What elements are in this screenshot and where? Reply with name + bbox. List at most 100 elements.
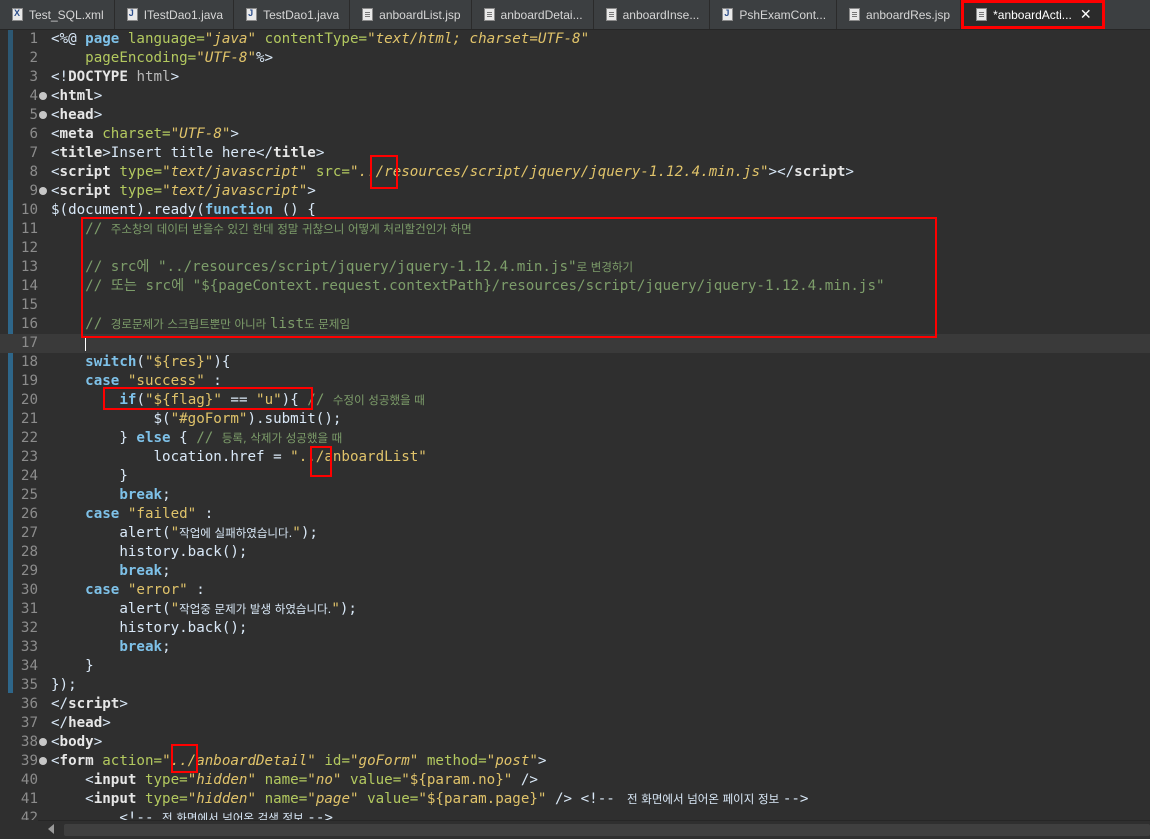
code-line[interactable]: 42 <!-- 전 화면에서 넘어온 검색 정보 --> bbox=[0, 809, 1150, 820]
token: script bbox=[794, 164, 846, 180]
code-line[interactable]: 6 <meta charset="UTF-8"> bbox=[0, 125, 1150, 144]
fold-toggle-icon[interactable] bbox=[39, 111, 47, 119]
token: > bbox=[93, 107, 103, 123]
line-number: 38 bbox=[20, 734, 38, 750]
code-line[interactable]: 30 case "error" : bbox=[0, 581, 1150, 600]
line-number: 6 bbox=[29, 126, 38, 142]
token: value= bbox=[367, 791, 419, 807]
tab-8[interactable]: *anboardActi... ✕ bbox=[961, 0, 1105, 29]
code-line[interactable]: 23 location.href = "../anboardList" bbox=[0, 448, 1150, 467]
code-line[interactable]: 31 alert("작업중 문제가 발생 하였습니다."); bbox=[0, 600, 1150, 619]
code-line[interactable]: 2 pageEncoding="UTF-8"%> bbox=[0, 49, 1150, 68]
token: title bbox=[59, 145, 103, 161]
code-line[interactable]: 26 case "failed" : bbox=[0, 505, 1150, 524]
token: pageEncoding= bbox=[85, 50, 197, 66]
token: /> bbox=[546, 791, 581, 807]
tab-5[interactable]: anboardInse... bbox=[594, 0, 711, 29]
tab-3[interactable]: anboardList.jsp bbox=[350, 0, 472, 29]
code-line[interactable]: 27 alert("작업에 실패하였습니다."); bbox=[0, 524, 1150, 543]
code-line[interactable]: 32 history.back(); bbox=[0, 619, 1150, 638]
tab-2[interactable]: TestDao1.java bbox=[234, 0, 351, 29]
tab-7[interactable]: anboardRes.jsp bbox=[837, 0, 962, 29]
line-number: 18 bbox=[20, 354, 38, 370]
tab-1[interactable]: ITestDao1.java bbox=[115, 0, 235, 29]
code-text: } bbox=[51, 467, 128, 486]
highlight-if-flag bbox=[103, 387, 313, 410]
code-editor[interactable]: 1 <%@ page language="java" contentType="t… bbox=[0, 30, 1150, 820]
code-lines[interactable]: 1 <%@ page language="java" contentType="t… bbox=[0, 30, 1150, 820]
code-text: case "failed" : bbox=[51, 505, 213, 524]
tab-0[interactable]: Test_SQL.xml bbox=[0, 0, 115, 29]
code-text: <input type="hidden" name="page" value="… bbox=[51, 790, 808, 809]
code-text: <title>Insert title here</title> bbox=[51, 144, 324, 163]
code-line[interactable]: 34 } bbox=[0, 657, 1150, 676]
jsp-file-icon bbox=[605, 8, 617, 21]
fold-toggle-icon[interactable] bbox=[39, 92, 47, 100]
tab-6[interactable]: PshExamCont... bbox=[710, 0, 838, 29]
line-number: 9 bbox=[29, 183, 38, 199]
code-line[interactable]: 36 </script> bbox=[0, 695, 1150, 714]
line-number: 23 bbox=[20, 449, 38, 465]
token: function bbox=[204, 202, 274, 218]
token: $( bbox=[51, 411, 171, 427]
token: method= bbox=[426, 753, 487, 769]
code-line[interactable]: 37 </head> bbox=[0, 714, 1150, 733]
tab-label: anboardDetai... bbox=[500, 7, 583, 22]
token: head bbox=[68, 715, 103, 731]
code-text: <!-- 전 화면에서 넘어온 검색 정보 --> bbox=[51, 809, 333, 820]
token: < bbox=[51, 772, 94, 788]
code-line[interactable]: 5 <head> bbox=[0, 106, 1150, 125]
fold-toggle-icon[interactable] bbox=[39, 757, 47, 765]
scroll-left-icon[interactable] bbox=[48, 824, 54, 834]
tab-4[interactable]: anboardDetai... bbox=[472, 0, 594, 29]
token: // bbox=[196, 430, 222, 446]
token: 작업중 문제가 발생 하였습니다. bbox=[179, 602, 332, 616]
code-line[interactable]: 9 <script type="text/javascript"> bbox=[0, 182, 1150, 201]
line-number: 34 bbox=[20, 658, 38, 674]
token: 수정이 성공했을 때 bbox=[332, 393, 425, 407]
code-line[interactable]: 29 break; bbox=[0, 562, 1150, 581]
horizontal-scrollbar[interactable] bbox=[38, 820, 1150, 839]
token: "text/html; charset=UTF-8" bbox=[367, 31, 590, 47]
code-line[interactable]: 21 $("#goForm").submit(); bbox=[0, 410, 1150, 429]
code-line[interactable]: 4 <html> bbox=[0, 87, 1150, 106]
code-line[interactable]: 3 <!DOCTYPE html> bbox=[0, 68, 1150, 87]
token: 전 화면에서 넘어온 검색 정보 bbox=[162, 811, 308, 820]
close-icon[interactable]: ✕ bbox=[1080, 7, 1092, 23]
scroll-thumb[interactable] bbox=[64, 824, 1150, 836]
line-number: 27 bbox=[20, 525, 38, 541]
fold-toggle-icon[interactable] bbox=[39, 187, 47, 195]
tab-label: anboardInse... bbox=[622, 7, 700, 22]
code-line[interactable]: 33 break; bbox=[0, 638, 1150, 657]
code-line[interactable]: 25 break; bbox=[0, 486, 1150, 505]
token: type= bbox=[144, 772, 188, 788]
token: %> bbox=[256, 50, 274, 66]
token: html bbox=[136, 69, 171, 85]
fold-toggle-icon[interactable] bbox=[39, 738, 47, 746]
code-text: <meta charset="UTF-8"> bbox=[51, 125, 239, 144]
token: 작업에 실패하였습니다. bbox=[179, 526, 293, 540]
code-line[interactable]: 7 <title>Insert title here</title> bbox=[0, 144, 1150, 163]
token: < bbox=[51, 88, 60, 104]
line-number: 28 bbox=[20, 544, 38, 560]
code-line[interactable]: 24 } bbox=[0, 467, 1150, 486]
code-line[interactable]: 40 <input type="hidden" name="no" value=… bbox=[0, 771, 1150, 790]
code-line[interactable]: 1 <%@ page language="java" contentType="t… bbox=[0, 30, 1150, 49]
token: }); bbox=[51, 677, 77, 693]
jsp-file-icon bbox=[976, 8, 988, 21]
code-line[interactable]: 22 } else { // 등록, 삭제가 성공했을 때 bbox=[0, 429, 1150, 448]
token: < bbox=[51, 753, 60, 769]
token: page bbox=[85, 31, 128, 47]
code-line[interactable]: 18 switch("${res}"){ bbox=[0, 353, 1150, 372]
code-line[interactable]: 41 <input type="hidden" name="page" valu… bbox=[0, 790, 1150, 809]
code-line[interactable]: 28 history.back(); bbox=[0, 543, 1150, 562]
code-line[interactable]: 8 <script type="text/javascript" src="../… bbox=[0, 163, 1150, 182]
line-number: 4 bbox=[29, 88, 38, 104]
xml-file-icon bbox=[12, 8, 23, 21]
code-text: break; bbox=[51, 486, 170, 505]
code-line[interactable]: 35}); bbox=[0, 676, 1150, 695]
line-number: 40 bbox=[20, 772, 38, 788]
